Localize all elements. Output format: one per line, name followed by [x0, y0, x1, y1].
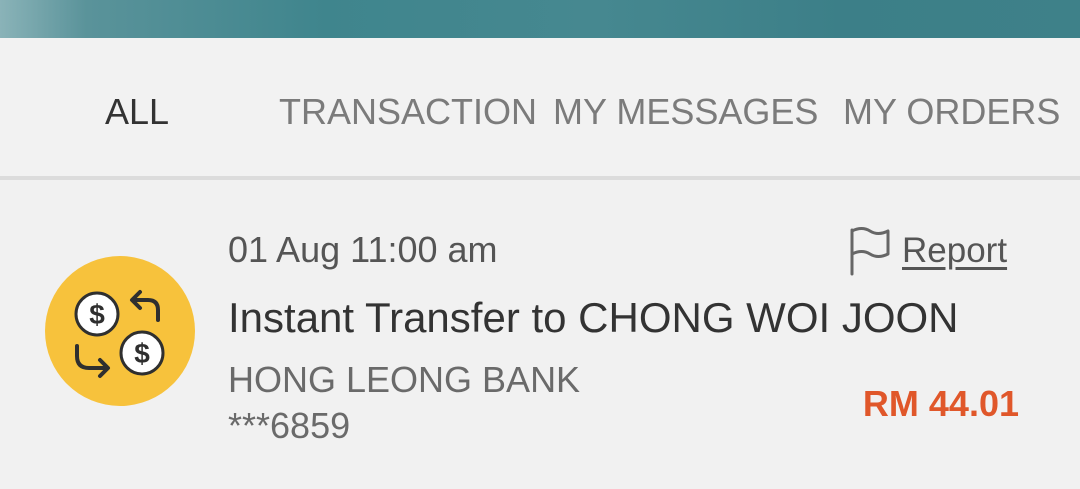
transaction-datetime: 01 Aug 11:00 am [228, 229, 498, 270]
currency-exchange-icon: $ $ [45, 256, 195, 406]
tab-transaction[interactable]: TRANSACTION [279, 90, 537, 134]
flag-icon [850, 227, 890, 276]
report-link[interactable]: Report [848, 226, 1007, 276]
bank-name: HONG LEONG BANK [228, 359, 581, 400]
transaction-list-item[interactable]: $ $ 01 Aug 11:00 am Report Instant Trans… [0, 180, 1080, 489]
svg-text:$: $ [89, 299, 105, 330]
top-bar [0, 0, 1080, 38]
tab-all[interactable]: ALL [105, 90, 169, 134]
tab-my-orders[interactable]: MY ORDERS [843, 90, 1060, 134]
svg-text:$: $ [134, 338, 150, 369]
account-number: ***6859 [228, 405, 351, 446]
tab-my-messages[interactable]: MY MESSAGES [553, 90, 818, 134]
report-label[interactable]: Report [902, 229, 1007, 273]
transaction-amount: RM 44.01 [862, 383, 1019, 424]
tab-bar: ALL TRANSACTION MY MESSAGES MY ORDERS [0, 38, 1080, 176]
transaction-title: Instant Transfer to CHONG WOI JOON [228, 294, 959, 341]
